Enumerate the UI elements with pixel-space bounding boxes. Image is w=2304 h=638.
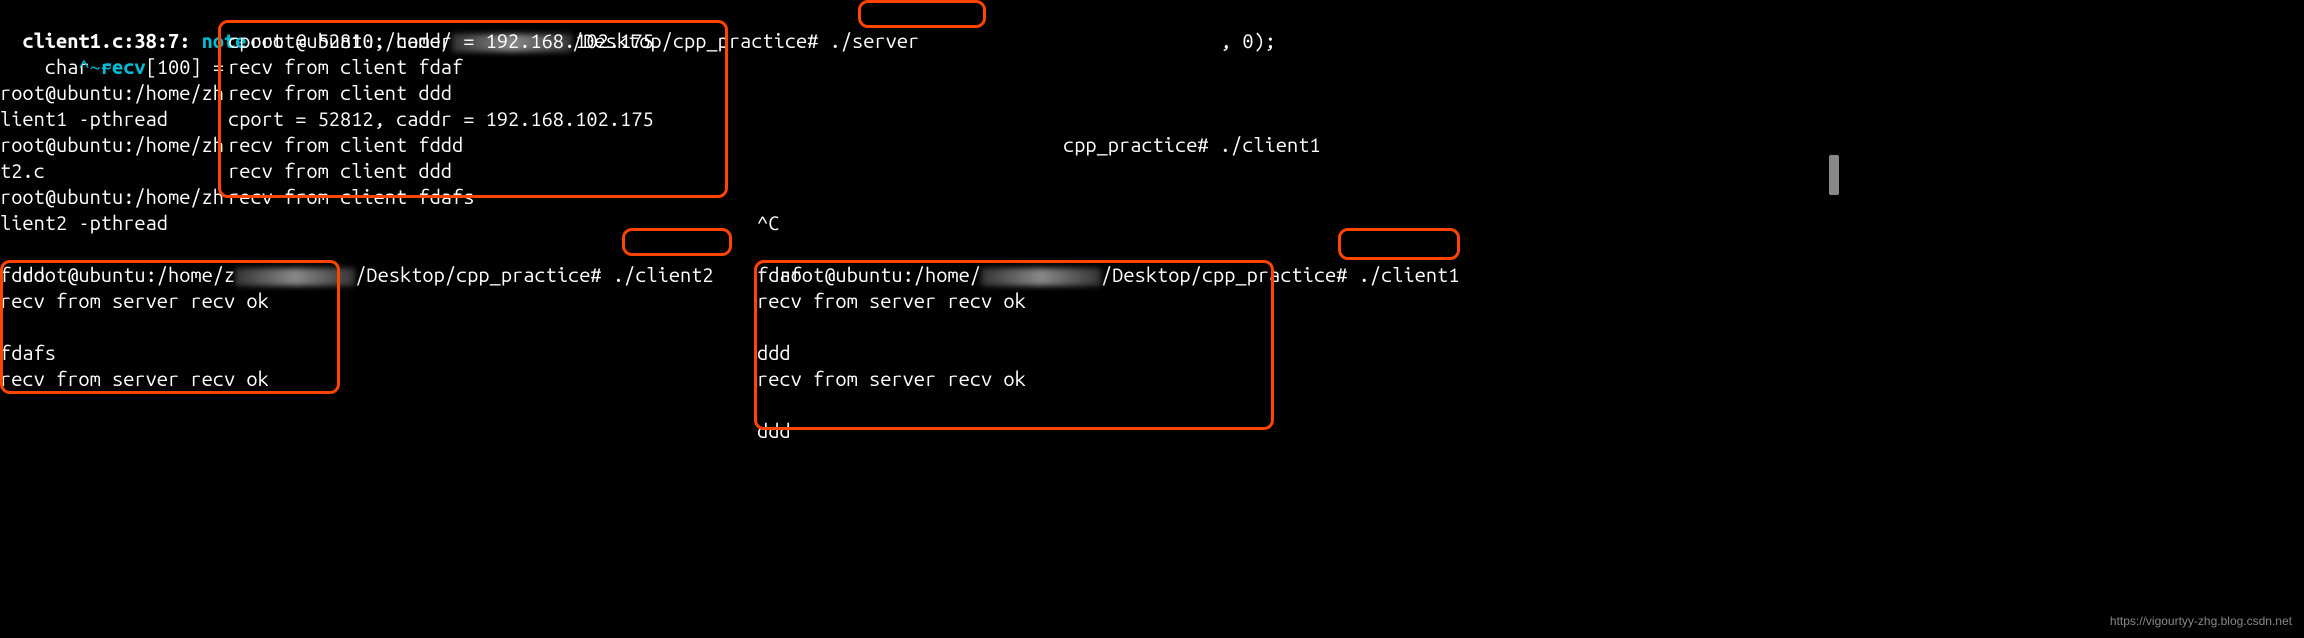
server-output: recv from client fddd — [228, 132, 463, 158]
server-output: recv from client ddd — [228, 158, 452, 184]
client1-prompt-line[interactable]: root@ubuntu:/home//Desktop/cpp_practice#… — [757, 236, 1459, 288]
client2-input: fdafs — [0, 340, 56, 366]
redacted-user — [235, 268, 355, 286]
prompt-line: root@ubuntu:/home/zh — [0, 132, 224, 158]
server-output: recv from client ddd — [228, 80, 452, 106]
client1-input: ddd — [757, 418, 791, 444]
scrollbar-thumb[interactable] — [1829, 155, 1839, 195]
client1-recv: recv from server recv ok — [757, 366, 1026, 392]
ctrl-c: ^C — [757, 210, 779, 236]
server-output: recv from client fdaf — [228, 54, 463, 80]
server-output: recv from client fdafs — [228, 184, 474, 210]
client2-recv: recv from server recv ok — [0, 288, 269, 314]
code-fragment: , 0); — [1220, 28, 1276, 54]
client1-recv: recv from server recv ok — [757, 288, 1026, 314]
file-name: t2.c — [0, 158, 45, 184]
prompt-line: root@ubuntu:/home/zh — [0, 80, 224, 106]
client1-command: ./client1 — [1359, 263, 1460, 286]
client2-input: fddd — [0, 262, 45, 288]
redacted-user — [981, 268, 1101, 286]
client2-command: ./client2 — [613, 263, 714, 286]
client2-prompt-line[interactable]: root@ubuntu:/home/z/Desktop/cpp_practice… — [0, 236, 714, 288]
server-output: cport = 52810, caddr = 192.168.102.175 — [228, 28, 654, 54]
compile-output: lient2 -pthread — [0, 210, 168, 236]
watermark: https://vigourtyy-zhg.blog.csdn.net — [2110, 614, 2292, 630]
client1-path-fragment: cpp_practice# ./client1 — [1063, 132, 1321, 158]
caret-underline: ^~~~ — [0, 54, 123, 80]
client1-input: ddd — [757, 340, 791, 366]
compile-output: lient1 -pthread — [0, 106, 168, 132]
client2-recv: recv from server recv ok — [0, 366, 269, 392]
prompt-line: root@ubuntu:/home/zh — [0, 184, 224, 210]
server-output: cport = 52812, caddr = 192.168.102.175 — [228, 106, 654, 132]
server-command: ./server — [830, 29, 920, 52]
client1-input: fdaf — [757, 262, 802, 288]
